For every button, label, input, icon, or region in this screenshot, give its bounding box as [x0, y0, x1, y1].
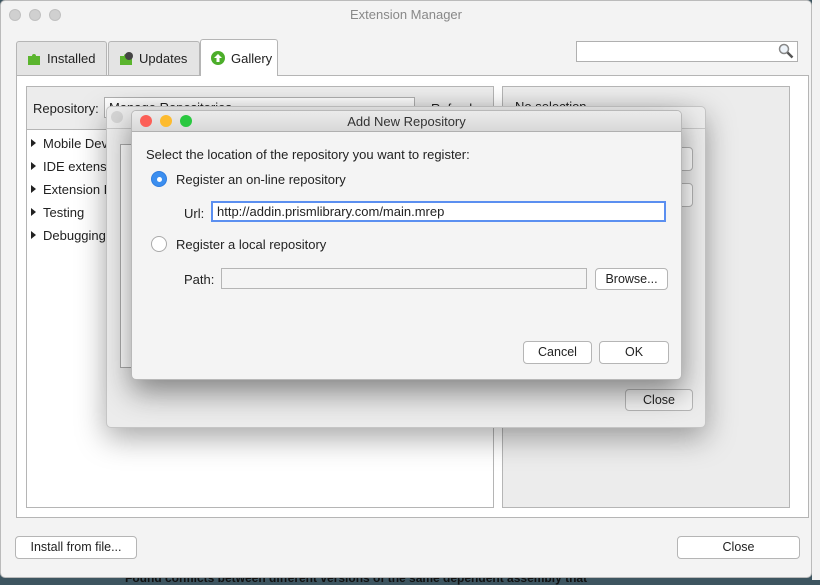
online-option-label[interactable]: Register an on-line repository [176, 172, 346, 187]
install-from-file-button[interactable]: Install from file... [15, 536, 137, 559]
close-button[interactable]: Close [677, 536, 800, 559]
search-icon [778, 43, 794, 62]
path-input[interactable] [221, 268, 587, 289]
search-input[interactable] [576, 41, 798, 62]
local-repository-radio[interactable] [151, 236, 167, 252]
close-dialog-button[interactable] [140, 115, 152, 127]
url-label: Url: [184, 206, 205, 221]
tab-label: Updates [139, 51, 188, 66]
close-window-button[interactable] [9, 9, 21, 21]
manage-close-button[interactable]: Close [625, 389, 693, 411]
browse-button[interactable]: Browse... [595, 268, 668, 290]
expand-arrow-icon [31, 185, 36, 193]
ok-button[interactable]: OK [599, 341, 669, 364]
online-repository-radio[interactable] [151, 171, 167, 187]
tree-item[interactable]: Testing [31, 205, 84, 220]
expand-arrow-icon [31, 231, 36, 239]
minimize-dialog-button[interactable] [160, 115, 172, 127]
expand-arrow-icon [31, 139, 36, 147]
path-label: Path: [184, 272, 215, 287]
local-option-label[interactable]: Register a local repository [176, 237, 326, 252]
tree-item[interactable]: Debugging [31, 228, 106, 243]
tree-item-label: Debugging [43, 228, 106, 243]
puzzle-update-icon [119, 51, 133, 66]
zoom-window-button[interactable] [49, 9, 61, 21]
expand-arrow-icon [31, 162, 36, 170]
puzzle-icon [27, 52, 41, 66]
tab-label: Gallery [231, 50, 273, 66]
tab-label: Installed [47, 51, 96, 66]
dialog-title: Add New Repository [132, 111, 681, 132]
add-new-repository-dialog: Add New Repository Select the location o… [131, 110, 682, 380]
repository-label: Repository: [33, 101, 99, 116]
prompt-text: Select the location of the repository yo… [146, 147, 470, 162]
green-up-arrow-icon [211, 51, 225, 65]
window-title: Extension Manager [349, 7, 462, 22]
expand-arrow-icon [31, 208, 36, 216]
tab-gallery[interactable]: Gallery [200, 39, 278, 76]
dialog-close-light[interactable] [111, 111, 123, 123]
tab-updates[interactable]: Updates [108, 41, 200, 75]
tab-installed[interactable]: Installed [16, 41, 107, 75]
background-window [812, 0, 820, 580]
cancel-button[interactable]: Cancel [523, 341, 592, 364]
minimize-window-button[interactable] [29, 9, 41, 21]
url-input[interactable]: http://addin.prismlibrary.com/main.mrep [211, 201, 666, 222]
tree-item-label: Testing [43, 205, 85, 220]
zoom-dialog-button[interactable] [180, 115, 192, 127]
